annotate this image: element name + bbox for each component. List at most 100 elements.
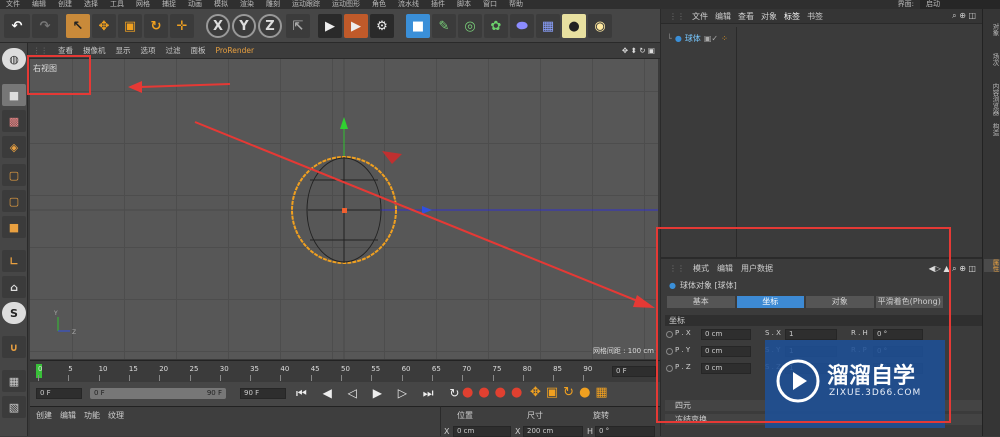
side-tab-structure[interactable]: 构造 xyxy=(984,123,1000,136)
attr-position-field[interactable]: 0 cm xyxy=(701,363,751,374)
attr-position-field[interactable]: 0 cm xyxy=(701,346,751,357)
timeline[interactable]: 0 5 10 15 20 25 30 35 40 45 50 55 60 65 70 75 80 85 90 0 F xyxy=(30,360,660,382)
y-axis-icon[interactable]: Y xyxy=(232,14,256,38)
animate-dot-icon[interactable] xyxy=(666,365,673,372)
points-mode-icon[interactable]: ▢ xyxy=(2,164,26,186)
tab-basic[interactable]: 基本 xyxy=(667,296,735,308)
animate-dot-icon[interactable] xyxy=(666,348,673,355)
keyframe-controls[interactable]: ●●●● xyxy=(462,385,527,400)
redo-icon[interactable]: ↷ xyxy=(32,14,58,38)
subdivision-icon[interactable]: ◎ xyxy=(458,14,482,38)
viewport-menu-prorender[interactable]: ProRender xyxy=(211,46,260,55)
menu-snap[interactable]: 捕捉 xyxy=(156,0,182,9)
floor-icon[interactable]: ▦ xyxy=(536,14,560,38)
snap-icon[interactable]: S xyxy=(2,302,26,324)
menu-create[interactable]: 创建 xyxy=(52,0,78,9)
tag-icon[interactable]: ⁘ xyxy=(721,34,728,43)
menu-character[interactable]: 角色 xyxy=(366,0,392,9)
menu-file[interactable]: 文件 xyxy=(0,0,26,9)
render-picture-icon[interactable]: ▶ xyxy=(344,14,368,38)
recent-tool-icon[interactable]: ✛ xyxy=(170,14,194,38)
viewport-menu-cameras[interactable]: 摄像机 xyxy=(78,45,111,56)
polygons-mode-icon[interactable]: ■ xyxy=(2,216,26,238)
side-tab-takes[interactable]: 场次 xyxy=(984,53,1000,66)
texture-mode-icon[interactable]: ▩ xyxy=(2,110,26,132)
make-editable-icon[interactable]: ◍ xyxy=(2,48,26,70)
current-frame-field[interactable]: 0 F xyxy=(612,366,656,377)
render-view-icon[interactable]: ▶ xyxy=(318,14,342,38)
z-axis-icon[interactable]: Z xyxy=(258,14,282,38)
rotate-icon[interactable]: ↻ xyxy=(144,14,168,38)
object-menu-edit[interactable]: 编辑 xyxy=(715,11,731,22)
workplane-icon[interactable]: ◈ xyxy=(2,136,26,158)
menu-simulate[interactable]: 模拟 xyxy=(208,0,234,9)
viewport-menu-display[interactable]: 显示 xyxy=(111,45,136,56)
layout-select[interactable]: 启动 xyxy=(920,0,1000,9)
attr-menu-edit[interactable]: 编辑 xyxy=(717,263,733,274)
attr-menu-userdata[interactable]: 用户数据 xyxy=(741,263,773,274)
key-mode-icons[interactable]: ✥▣↻●▦ xyxy=(530,385,613,400)
lock-workplane-icon[interactable]: ▦ xyxy=(2,370,26,392)
attr-menu-mode[interactable]: 模式 xyxy=(693,263,709,274)
viewport-menu-options[interactable]: 选项 xyxy=(136,45,161,56)
render-settings-icon[interactable]: ⚙ xyxy=(370,14,394,38)
object-menu-tags[interactable]: 标签 xyxy=(784,11,800,22)
magnet-icon[interactable]: ∪ xyxy=(2,336,26,358)
menu-edit[interactable]: 编辑 xyxy=(26,0,52,9)
start-frame-field[interactable]: 0 F xyxy=(36,388,82,399)
tab-coordinates[interactable]: 坐标 xyxy=(736,296,804,308)
tweak-mode-icon[interactable]: ⌂ xyxy=(2,276,26,298)
model-mode-icon[interactable]: ■ xyxy=(2,84,26,106)
deformer-icon[interactable]: ⬬ xyxy=(510,14,534,38)
menu-tools[interactable]: 工具 xyxy=(104,0,130,9)
viewport-menu-panel[interactable]: 面板 xyxy=(186,45,211,56)
cloner-icon[interactable]: ✿ xyxy=(484,14,508,38)
pen-icon[interactable]: ✎ xyxy=(432,14,456,38)
edges-mode-icon[interactable]: ▢ xyxy=(2,190,26,212)
viewport-menu-filter[interactable]: 过滤 xyxy=(161,45,186,56)
menu-help[interactable]: 帮助 xyxy=(503,0,529,9)
camera-icon[interactable]: ● xyxy=(562,14,586,38)
coord-h-rotation[interactable]: 0 ° xyxy=(595,426,655,437)
menu-mesh[interactable]: 网格 xyxy=(130,0,156,9)
playback-controls[interactable]: ⏮ ◀ ◁ ▶ ▷ ⏭ ↻ xyxy=(296,386,465,401)
select-arrow-icon[interactable]: ↖ xyxy=(66,14,90,38)
viewport-nav-icons[interactable]: ✥ ⬍ ↻ ▣ xyxy=(617,46,660,55)
object-panel-tools-icon[interactable]: ⌕ ⊕ ◫ xyxy=(952,11,982,21)
move-icon[interactable]: ✥ xyxy=(92,14,116,38)
light-icon[interactable]: ◉ xyxy=(588,14,612,38)
attr-position-field[interactable]: 0 cm xyxy=(701,329,751,340)
menu-mograph[interactable]: 运动图形 xyxy=(326,0,366,9)
undo-icon[interactable]: ↶ xyxy=(4,14,30,38)
viewport[interactable]: 右视图 Y Z 网格间距 : 100 cm xyxy=(30,59,658,359)
menu-pipeline[interactable]: 流水线 xyxy=(392,0,425,9)
menu-sculpt[interactable]: 雕刻 xyxy=(260,0,286,9)
attr-scale-field[interactable]: 1 xyxy=(785,329,837,340)
coordinate-system-icon[interactable]: ⇱ xyxy=(286,14,310,38)
menu-animate[interactable]: 动画 xyxy=(182,0,208,9)
object-menu-file[interactable]: 文件 xyxy=(692,11,708,22)
material-menu-create[interactable]: 创建 xyxy=(36,410,52,421)
object-menu-bookmarks[interactable]: 书签 xyxy=(807,11,823,22)
material-menu-edit[interactable]: 编辑 xyxy=(60,410,76,421)
side-tab-content-browser[interactable]: 内容浏览器 xyxy=(984,83,1000,116)
axis-mode-icon[interactable]: ∟ xyxy=(2,250,26,272)
preview-range-slider[interactable]: 0 F 90 F xyxy=(90,388,226,399)
menu-render[interactable]: 渲染 xyxy=(234,0,260,9)
x-axis-icon[interactable]: X xyxy=(206,14,230,38)
end-frame-field[interactable]: 90 F xyxy=(240,388,286,399)
object-menu-view[interactable]: 查看 xyxy=(738,11,754,22)
menu-window[interactable]: 窗口 xyxy=(477,0,503,9)
material-menu-function[interactable]: 功能 xyxy=(84,410,100,421)
cube-icon[interactable]: ■ xyxy=(406,14,430,38)
menu-select[interactable]: 选择 xyxy=(78,0,104,9)
side-tab-objects[interactable]: 对象 xyxy=(984,23,1000,36)
tab-object[interactable]: 对象 xyxy=(806,296,874,308)
coord-x-position[interactable]: 0 cm xyxy=(453,426,511,437)
side-tab-attributes[interactable]: 属性 xyxy=(984,259,1000,272)
menu-motion-tracking[interactable]: 运动跟踪 xyxy=(286,0,326,9)
attr-rotation-field[interactable]: 0 ° xyxy=(873,329,923,340)
menu-plugins[interactable]: 插件 xyxy=(425,0,451,9)
object-menu-objects[interactable]: 对象 xyxy=(761,11,777,22)
animate-dot-icon[interactable] xyxy=(666,331,673,338)
